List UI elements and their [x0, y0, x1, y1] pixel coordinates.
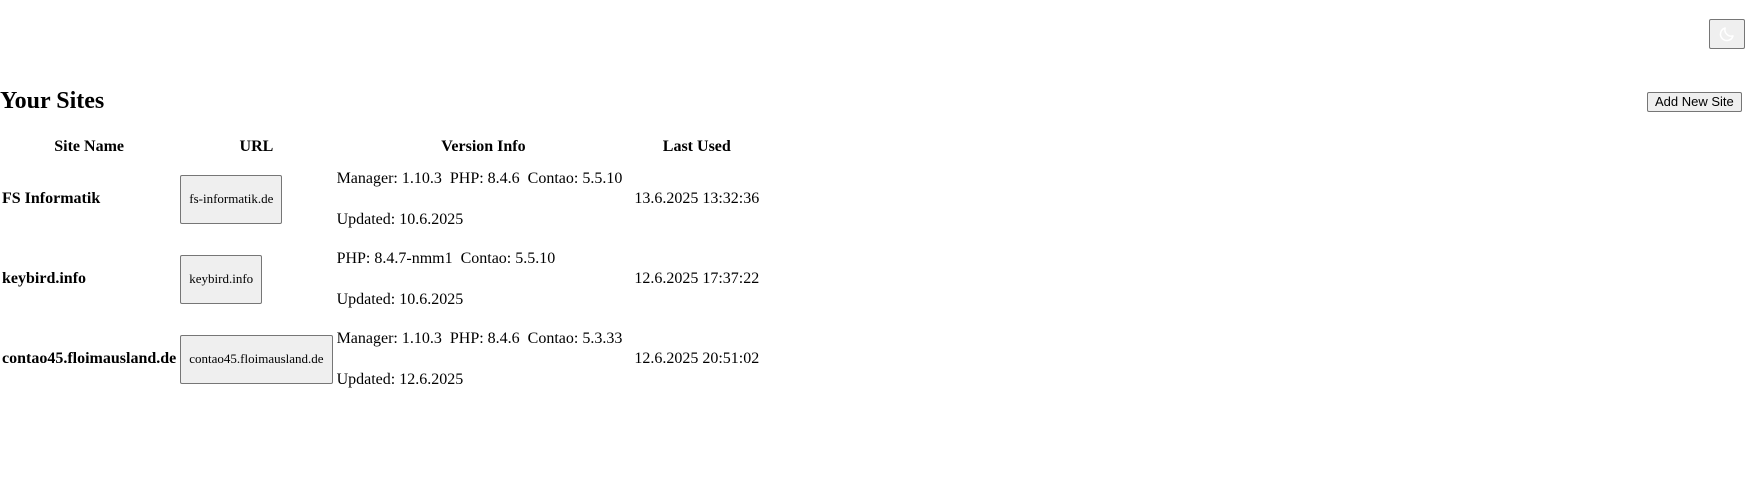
updated-date: Updated: 12.6.2025 [336, 370, 464, 388]
version-php: PHP: 8.4.6 [449, 169, 520, 187]
version-contao: Contao: 5.5.10 [460, 249, 556, 267]
updated-date: Updated: 10.6.2025 [336, 210, 464, 228]
column-header-last-used: Last Used [662, 138, 731, 155]
last-used: 12.6.2025 20:51:02 [634, 350, 760, 367]
version-contao: Contao: 5.3.33 [527, 329, 623, 347]
version-contao: Contao: 5.5.10 [527, 169, 623, 187]
version-manager: Manager: 1.10.3 [336, 169, 442, 187]
version-info: PHP: 8.4.7-nmm1 Contao: 5.5.10 Updated: 1… [335, 239, 633, 319]
last-used: 13.6.2025 13:32:36 [634, 190, 760, 207]
page-title: Your Sites [0, 88, 105, 114]
theme-toggle-button[interactable] [1709, 19, 1745, 49]
column-header-version-info: Version Info [441, 138, 526, 155]
add-new-site-button[interactable]: Add New Site [1647, 92, 1742, 112]
column-header-url: URL [239, 138, 274, 155]
last-used: 12.6.2025 17:37:22 [634, 270, 760, 287]
version-list: Manager: 1.10.3 PHP: 8.4.6 Contao: 5.3.33 [337, 329, 631, 349]
sites-table: Site Name URL Version Info Last Used FS … [0, 135, 761, 399]
site-url-button[interactable]: contao45.floimausland.de [180, 334, 333, 384]
column-header-site-name: Site Name [54, 138, 124, 155]
updated-date: Updated: 10.6.2025 [336, 290, 464, 308]
version-list: PHP: 8.4.7-nmm1 Contao: 5.5.10 [337, 249, 631, 269]
site-name: keybird.info [2, 270, 87, 287]
table-row: FS Informatik fs-informatik.de Manager: … [0, 159, 761, 239]
site-url-cell: fs-informatik.de [178, 159, 334, 239]
version-manager: Manager: 1.10.3 [336, 329, 442, 347]
table-header-row: Site Name URL Version Info Last Used [0, 135, 761, 159]
table-row: keybird.info keybird.info PHP: 8.4.7-nmm… [0, 239, 761, 319]
version-info: Manager: 1.10.3 PHP: 8.4.6 Contao: 5.5.10 … [335, 159, 633, 239]
version-info: Manager: 1.10.3 PHP: 8.4.6 Contao: 5.3.33 … [335, 319, 633, 399]
site-name: contao45.floimausland.de [2, 350, 177, 367]
version-php: PHP: 8.4.7-nmm1 [336, 249, 453, 267]
site-url-button[interactable]: fs-informatik.de [180, 174, 283, 224]
version-php: PHP: 8.4.6 [449, 329, 520, 347]
site-url-cell: contao45.floimausland.de [178, 319, 334, 399]
table-row: contao45.floimausland.de contao45.floima… [0, 319, 761, 399]
version-list: Manager: 1.10.3 PHP: 8.4.6 Contao: 5.5.10 [337, 169, 631, 189]
site-url-cell: keybird.info [178, 239, 334, 319]
site-name: FS Informatik [2, 190, 101, 207]
moon-icon [1718, 25, 1736, 43]
site-url-button[interactable]: keybird.info [180, 254, 263, 304]
